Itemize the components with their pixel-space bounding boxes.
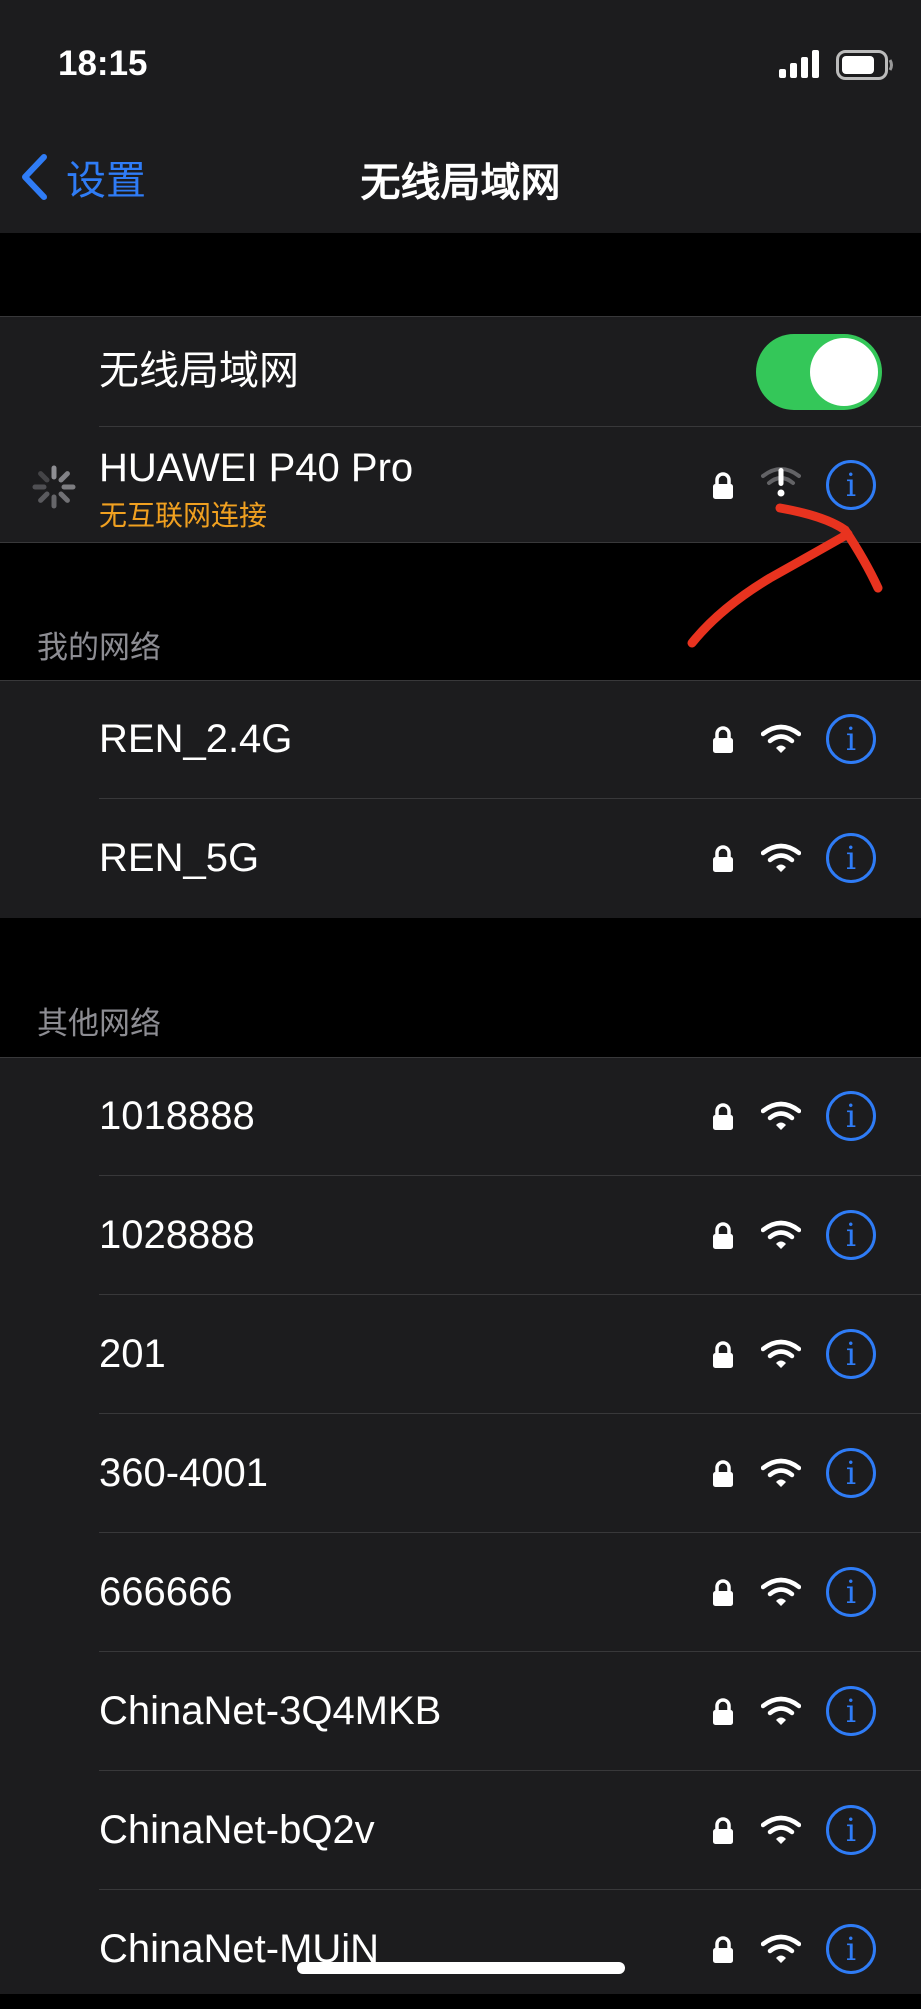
- lock-icon: [713, 1103, 733, 1130]
- network-info-button[interactable]: i: [826, 714, 876, 764]
- wifi-signal-icon: [761, 1101, 801, 1130]
- toggle-knob: [810, 338, 878, 406]
- other-networks-list: 1018888 i 1028888 i 201 i 360-4001 i 666…: [0, 1057, 921, 1994]
- network-info-button[interactable]: i: [826, 1805, 876, 1855]
- network-row[interactable]: REN_2.4G i: [0, 680, 921, 799]
- lock-icon: [713, 1936, 733, 1963]
- annotation-arrow: [687, 503, 883, 648]
- status-time: 18:15: [58, 44, 148, 83]
- network-row[interactable]: 360-4001 i: [0, 1414, 921, 1533]
- network-name: ChinaNet-bQ2v: [99, 1808, 375, 1852]
- network-row[interactable]: ChinaNet-3Q4MKB i: [0, 1652, 921, 1771]
- status-bar: 18:15: [0, 0, 921, 118]
- network-row[interactable]: ChinaNet-bQ2v i: [0, 1771, 921, 1890]
- wifi-signal-icon: [761, 1339, 801, 1368]
- battery-icon: [836, 50, 893, 80]
- loading-spinner-icon: [32, 465, 76, 509]
- network-info-button[interactable]: i: [826, 1924, 876, 1974]
- network-row[interactable]: 1018888 i: [0, 1057, 921, 1176]
- wifi-signal-icon: [761, 1458, 801, 1487]
- wifi-toggle-switch[interactable]: [756, 334, 882, 410]
- lock-icon: [713, 1817, 733, 1844]
- network-name: 1028888: [99, 1213, 255, 1257]
- network-info-button[interactable]: i: [826, 1210, 876, 1260]
- network-info-button[interactable]: i: [826, 1091, 876, 1141]
- wifi-no-internet-icon: [761, 467, 801, 497]
- network-name: 666666: [99, 1570, 233, 1614]
- wifi-signal-icon: [761, 1815, 801, 1844]
- network-name: 1018888: [99, 1094, 255, 1138]
- wifi-signal-icon: [761, 1696, 801, 1725]
- network-info-button[interactable]: i: [826, 1448, 876, 1498]
- network-row[interactable]: 201 i: [0, 1295, 921, 1414]
- lock-icon: [713, 845, 733, 872]
- network-info-button[interactable]: i: [826, 1686, 876, 1736]
- network-info-button[interactable]: i: [826, 1567, 876, 1617]
- network-info-button[interactable]: i: [826, 1329, 876, 1379]
- lock-icon: [713, 1698, 733, 1725]
- lock-icon: [713, 1579, 733, 1606]
- network-name: ChinaNet-MUiN: [99, 1927, 380, 1971]
- network-row[interactable]: ChinaNet-MUiN i: [0, 1890, 921, 2009]
- network-row[interactable]: 666666 i: [0, 1533, 921, 1652]
- current-network-name: HUAWEI P40 Pro: [99, 446, 414, 490]
- page-title: 无线局域网: [360, 161, 561, 205]
- home-indicator[interactable]: [297, 1962, 625, 1974]
- cellular-signal-icon: [779, 50, 819, 78]
- network-name: REN_2.4G: [99, 717, 293, 761]
- network-name: REN_5G: [99, 836, 260, 880]
- lock-icon: [713, 1222, 733, 1249]
- wifi-signal-icon: [761, 724, 801, 753]
- network-name: 360-4001: [99, 1451, 269, 1495]
- network-row[interactable]: REN_5G i: [0, 799, 921, 918]
- navigation-bar: 设置 无线局域网: [0, 118, 921, 233]
- network-row[interactable]: 1028888 i: [0, 1176, 921, 1295]
- network-name: ChinaNet-3Q4MKB: [99, 1689, 442, 1733]
- lock-icon: [713, 472, 733, 499]
- lock-icon: [713, 1341, 733, 1368]
- wifi-toggle-label: 无线局域网: [99, 349, 299, 393]
- lock-icon: [713, 1460, 733, 1487]
- section-header-my-networks: 我的网络: [37, 630, 161, 665]
- section-header-other-networks: 其他网络: [37, 1006, 161, 1041]
- wifi-signal-icon: [761, 1220, 801, 1249]
- network-info-button[interactable]: i: [826, 833, 876, 883]
- wifi-signal-icon: [761, 1577, 801, 1606]
- wifi-signal-icon: [761, 1934, 801, 1963]
- current-network-status: 无互联网连接: [99, 500, 268, 531]
- my-networks-list: REN_2.4G i REN_5G i: [0, 680, 921, 918]
- wifi-signal-icon: [761, 843, 801, 872]
- lock-icon: [713, 726, 733, 753]
- network-name: 201: [99, 1332, 166, 1376]
